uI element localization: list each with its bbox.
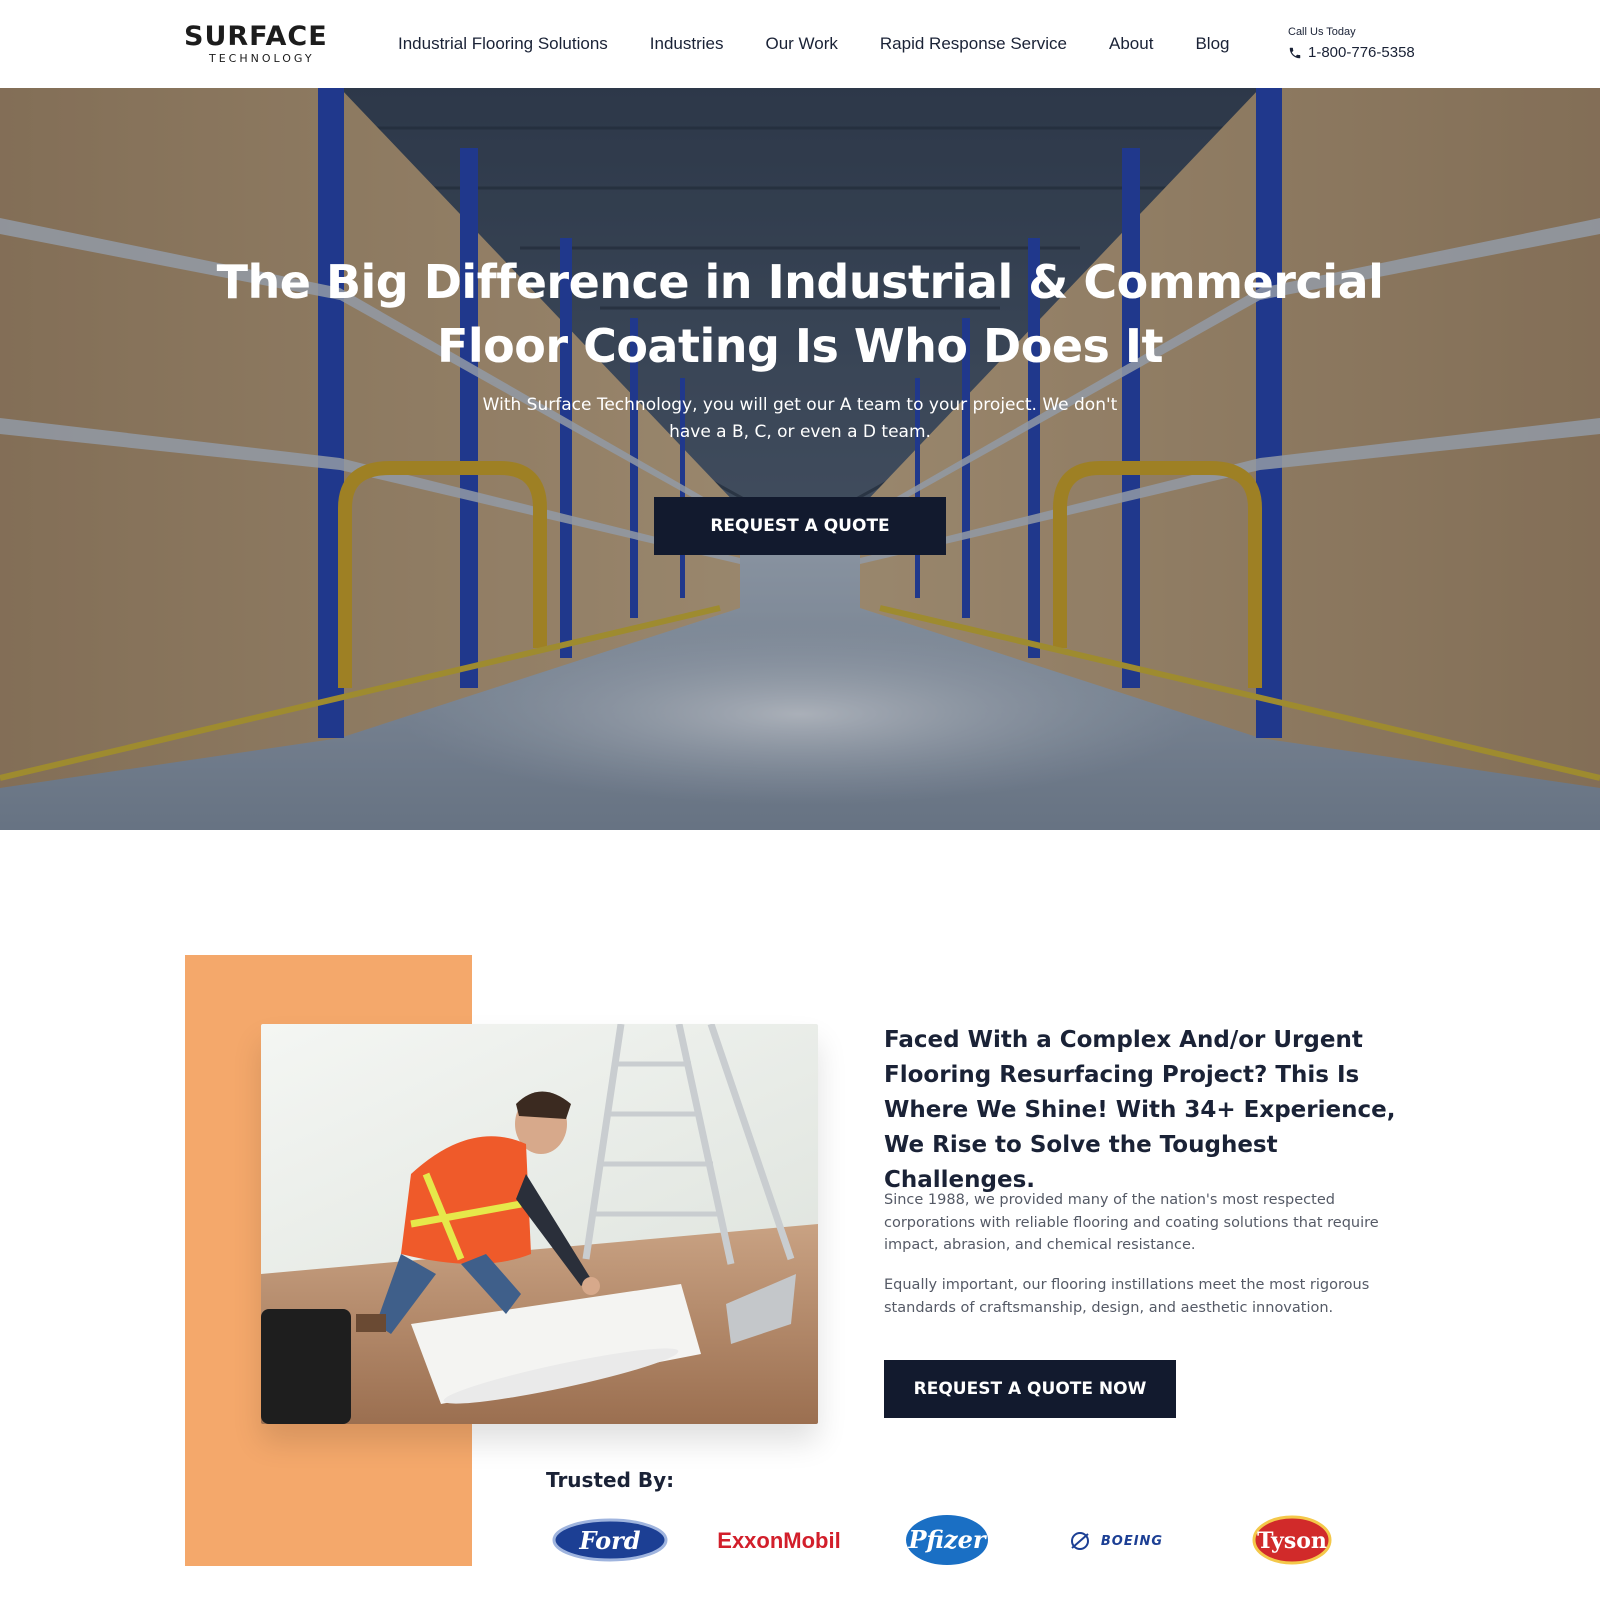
- hero-subtitle: With Surface Technology, you will get ou…: [482, 395, 1118, 442]
- ford-logo-text: Ford: [578, 1526, 640, 1555]
- hero-title: The Big Difference in Industrial & Comme…: [216, 255, 1384, 373]
- pfizer-logo: Pfizer: [906, 1515, 988, 1565]
- nav-about[interactable]: About: [1109, 31, 1153, 57]
- hero-section: The Big Difference in Industrial & Comme…: [0, 88, 1600, 830]
- phone-icon: [1289, 47, 1301, 58]
- client-logos: Ford ExxonMobil Pfizer BOEING Tyson: [552, 1512, 1332, 1568]
- trusted-by-label: Trusted By:: [546, 1468, 675, 1492]
- phone-number: 1-800-776-5358: [1308, 44, 1415, 61]
- about-heading: Faced With a Complex And/or Urgent Floor…: [884, 1027, 1396, 1193]
- worker-blueprint-image: [261, 1024, 818, 1424]
- worker-photo: [261, 1024, 818, 1424]
- nav-blog[interactable]: Blog: [1195, 31, 1229, 57]
- main-nav: Industrial Flooring Solutions Industries…: [398, 31, 1271, 57]
- about-paragraph-1: Since 1988, we provided many of the nati…: [884, 1192, 1379, 1253]
- site-header: SURFACE TECHNOLOGY Industrial Flooring S…: [0, 0, 1600, 88]
- exxonmobil-logo: ExxonMobil: [717, 1528, 840, 1553]
- ford-logo: Ford: [552, 1518, 668, 1562]
- phone-link[interactable]: 1-800-776-5358: [1288, 44, 1415, 61]
- call-us-label: Call Us Today: [1288, 26, 1356, 38]
- about-paragraph-2: Equally important, our flooring instilla…: [884, 1277, 1370, 1316]
- tyson-logo-text: Tyson: [1257, 1528, 1327, 1554]
- request-quote-now-button[interactable]: REQUEST A QUOTE NOW: [884, 1360, 1176, 1418]
- pfizer-logo-text: Pfizer: [907, 1525, 987, 1554]
- nav-our-work[interactable]: Our Work: [765, 31, 837, 57]
- surface-technology-logo[interactable]: SURFACE TECHNOLOGY: [184, 21, 344, 66]
- logo-wordmark: SURFACE: [184, 21, 328, 52]
- nav-rapid-response-service[interactable]: Rapid Response Service: [880, 31, 1067, 57]
- boeing-logo: BOEING: [1071, 1532, 1163, 1550]
- call-us-block: Call Us Today 1-800-776-5358: [1288, 24, 1415, 61]
- nav-industrial-flooring-solutions[interactable]: Industrial Flooring Solutions: [398, 31, 608, 57]
- request-quote-button[interactable]: REQUEST A QUOTE: [654, 497, 946, 555]
- logo-tagline: TECHNOLOGY: [209, 52, 315, 65]
- tyson-logo: Tyson: [1252, 1515, 1332, 1565]
- hero-overlay: [0, 88, 1600, 830]
- boeing-logo-text: BOEING: [1101, 1534, 1163, 1549]
- nav-industries[interactable]: Industries: [650, 31, 724, 57]
- exxonmobil-logo-text: ExxonMobil: [717, 1528, 840, 1553]
